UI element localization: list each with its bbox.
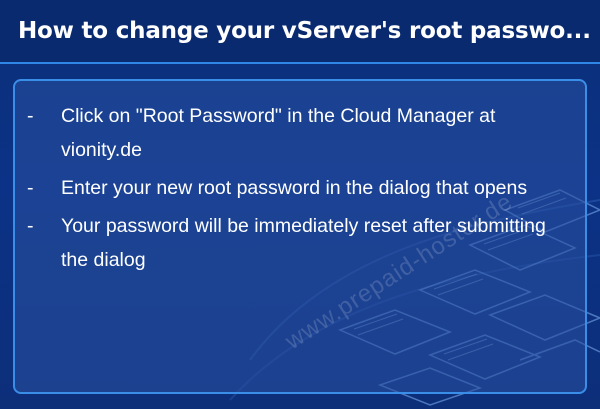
content-panel: - Click on "Root Password" in the Cloud …	[13, 79, 587, 394]
page-title: How to change your vServer's root passwo…	[18, 18, 591, 44]
list-item-text: Your password will be immediately reset …	[61, 215, 546, 271]
list-item: - Your password will be immediately rese…	[27, 209, 577, 277]
bullet-dash: -	[27, 105, 34, 127]
bullet-dash: -	[27, 177, 34, 199]
list-item-text: Click on "Root Password" in the Cloud Ma…	[61, 105, 496, 161]
instruction-list: - Click on "Root Password" in the Cloud …	[27, 99, 577, 281]
list-item-text: Enter your new root password in the dial…	[61, 177, 528, 199]
header-bar: How to change your vServer's root passwo…	[0, 0, 600, 64]
bullet-dash: -	[27, 215, 34, 237]
list-item: - Enter your new root password in the di…	[27, 171, 577, 205]
list-item: - Click on "Root Password" in the Cloud …	[27, 99, 577, 167]
